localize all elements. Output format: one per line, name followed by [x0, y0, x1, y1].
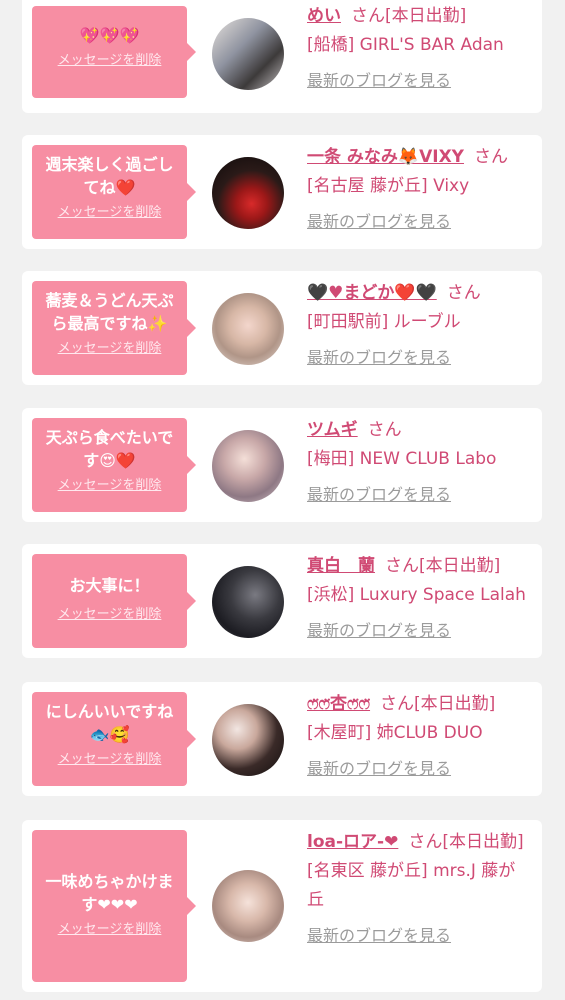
- cast-info: 🖤♥まどか❤️🖤 さん [町田駅前] ルーブル 最新のブログを見る: [307, 279, 532, 372]
- message-bubble: 蕎麦＆うどん天ぷら最高ですね✨ メッセージを削除: [32, 281, 196, 375]
- status-badge: [本日出勤]: [414, 694, 496, 714]
- shop-name: [梅田] NEW CLUB Labo: [307, 449, 497, 469]
- message-text: 💖💖💖: [79, 26, 140, 45]
- message-text: 天ぷら食べたいです😍❤️: [45, 428, 174, 470]
- blog-link[interactable]: 最新のブログを見る: [307, 66, 532, 95]
- cast-info: 真白 蘭さん[本日出勤] [浜松] Luxury Space Lalah 最新の…: [307, 552, 532, 645]
- shop-name: [木屋町] 姉CLUB DUO: [307, 723, 483, 743]
- cast-name-link[interactable]: 一条 みなみ🦊VIXY: [307, 147, 464, 167]
- message-bubble: 天ぷら食べたいです😍❤️ メッセージを削除: [32, 418, 196, 512]
- message-card: 週末楽しく過ごしてね❤️ メッセージを削除 一条 みなみ🦊VIXY さん [名古屋…: [22, 135, 542, 249]
- delete-message-link[interactable]: メッセージを削除: [40, 205, 179, 221]
- cast-info: 一条 みなみ🦊VIXY さん [名古屋 藤が丘] Vixy 最新のブログを見る: [307, 143, 532, 236]
- delete-message-link[interactable]: メッセージを削除: [40, 53, 179, 69]
- delete-message-link[interactable]: メッセージを削除: [40, 752, 179, 768]
- message-card: 蕎麦＆うどん天ぷら最高ですね✨ メッセージを削除 🖤♥まどか❤️🖤 さん [町田駅…: [22, 271, 542, 385]
- message-text: 週末楽しく過ごしてね❤️: [45, 155, 174, 197]
- honorific: さん: [351, 6, 385, 26]
- avatar[interactable]: [212, 566, 284, 638]
- cast-info: loa-ロア-❤ さん[本日出勤] [名東区 藤が丘] mrs.J 藤が丘 最新の…: [307, 828, 532, 950]
- message-card: お大事に！ メッセージを削除 真白 蘭さん[本日出勤] [浜松] Luxury …: [22, 544, 542, 658]
- blog-link[interactable]: 最新のブログを見る: [307, 616, 532, 645]
- avatar[interactable]: [212, 293, 284, 365]
- avatar[interactable]: [212, 157, 284, 229]
- honorific: さん: [385, 556, 419, 576]
- cast-name-link[interactable]: ෆ̈ෆ̈杏ෆ̈ෆ̈: [307, 694, 370, 714]
- cast-name-link[interactable]: 真白 蘭: [307, 556, 375, 576]
- avatar[interactable]: [212, 18, 284, 90]
- message-text: 蕎麦＆うどん天ぷら最高ですね✨: [45, 291, 174, 333]
- message-bubble: 週末楽しく過ごしてね❤️ メッセージを削除: [32, 145, 196, 239]
- avatar[interactable]: [212, 430, 284, 502]
- status-badge: [本日出勤]: [442, 832, 524, 852]
- message-card: 天ぷら食べたいです😍❤️ メッセージを削除 ツムギ さん [梅田] NEW CLU…: [22, 408, 542, 522]
- delete-message-link[interactable]: メッセージを削除: [40, 341, 179, 357]
- blog-link[interactable]: 最新のブログを見る: [307, 343, 532, 372]
- cast-name-link[interactable]: 🖤♥まどか❤️🖤: [307, 283, 437, 303]
- status-badge: [本日出勤]: [419, 556, 501, 576]
- cast-name-link[interactable]: ツムギ: [307, 420, 358, 440]
- cast-info: ツムギ さん [梅田] NEW CLUB Labo 最新のブログを見る: [307, 416, 532, 509]
- blog-link[interactable]: 最新のブログを見る: [307, 207, 532, 236]
- blog-link[interactable]: 最新のブログを見る: [307, 921, 532, 950]
- delete-message-link[interactable]: メッセージを削除: [40, 607, 179, 623]
- avatar[interactable]: [212, 704, 284, 776]
- cast-name-link[interactable]: めい: [307, 6, 341, 26]
- delete-message-link[interactable]: メッセージを削除: [40, 922, 179, 938]
- cast-info: めい さん[本日出勤] [船橋] GIRL'S BAR Adan 最新のブログを見…: [307, 2, 532, 95]
- shop-name: [浜松] Luxury Space Lalah: [307, 585, 526, 605]
- message-card: 一味めちゃかけます❤❤❤ メッセージを削除 loa-ロア-❤ さん[本日出勤] […: [22, 820, 542, 992]
- message-bubble: 💖💖💖 メッセージを削除: [32, 6, 196, 98]
- shop-name: [船橋] GIRL'S BAR Adan: [307, 35, 504, 55]
- message-text: にしんいいですね🐟🥰: [45, 702, 174, 744]
- blog-link[interactable]: 最新のブログを見る: [307, 480, 532, 509]
- cast-name-link[interactable]: loa-ロア-❤: [307, 832, 398, 852]
- honorific: さん: [380, 694, 415, 714]
- message-bubble: にしんいいですね🐟🥰 メッセージを削除: [32, 692, 196, 786]
- shop-name: [町田駅前] ルーブル: [307, 312, 461, 332]
- honorific: さん: [408, 832, 443, 852]
- honorific: さん: [473, 147, 508, 167]
- message-bubble: 一味めちゃかけます❤❤❤ メッセージを削除: [32, 830, 196, 982]
- honorific: さん: [446, 283, 481, 303]
- message-text: 一味めちゃかけます❤❤❤: [45, 872, 174, 914]
- message-card: にしんいいですね🐟🥰 メッセージを削除 ෆ̈ෆ̈杏ෆ̈ෆ̈ さん[本日出勤] [木…: [22, 682, 542, 796]
- status-badge: [本日出勤]: [385, 6, 467, 26]
- blog-link[interactable]: 最新のブログを見る: [307, 754, 532, 783]
- delete-message-link[interactable]: メッセージを削除: [40, 478, 179, 494]
- shop-name: [名古屋 藤が丘] Vixy: [307, 176, 470, 196]
- cast-info: ෆ̈ෆ̈杏ෆ̈ෆ̈ さん[本日出勤] [木屋町] 姉CLUB DUO 最新のブログ…: [307, 690, 532, 783]
- message-bubble: お大事に！ メッセージを削除: [32, 554, 196, 648]
- avatar[interactable]: [212, 870, 284, 942]
- shop-name: [名東区 藤が丘] mrs.J 藤が丘: [307, 861, 516, 910]
- message-text: お大事に！: [69, 576, 150, 595]
- message-card: 💖💖💖 メッセージを削除 めい さん[本日出勤] [船橋] GIRL'S BAR …: [22, 0, 542, 113]
- honorific: さん: [367, 420, 402, 440]
